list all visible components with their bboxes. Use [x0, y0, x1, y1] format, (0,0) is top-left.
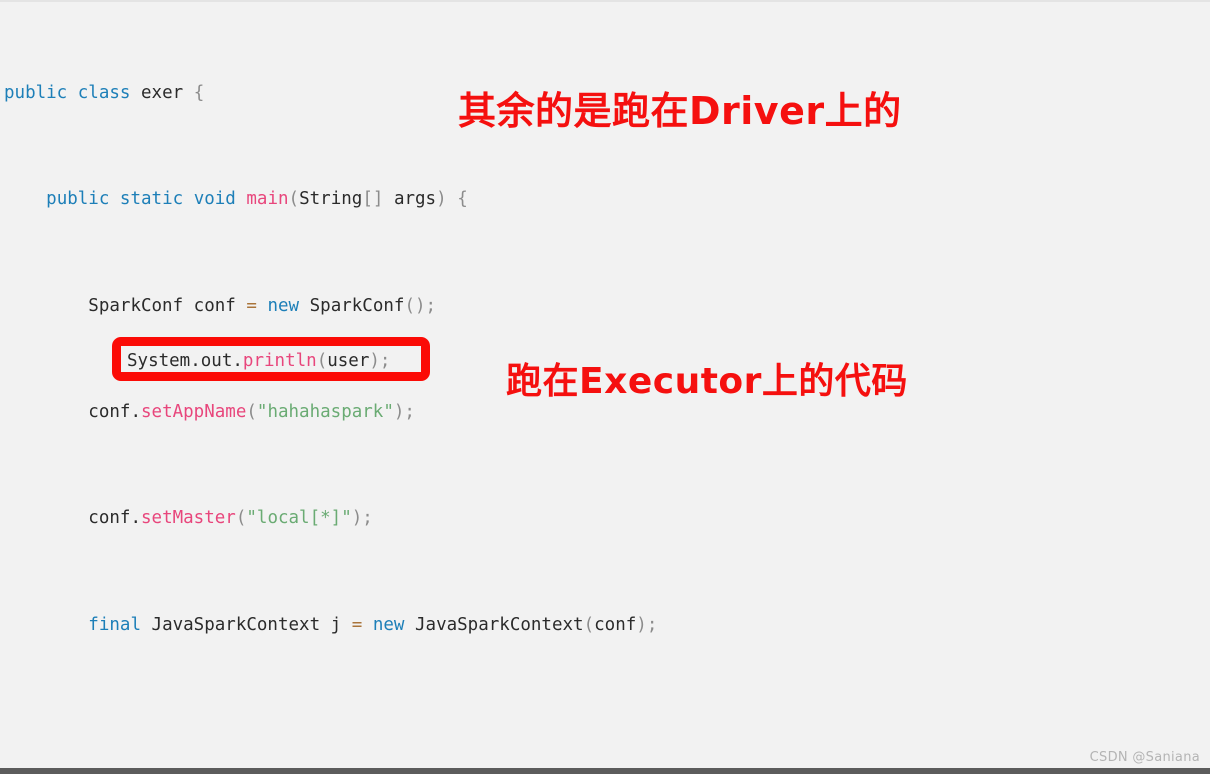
code-line-5: conf.setMaster("local[*]");: [88, 508, 373, 529]
code-line-3: SparkConf conf = new SparkConf();: [88, 295, 437, 316]
code-screenshot: public class exer { public static void m…: [0, 0, 1210, 774]
bottom-bar: [0, 768, 1210, 774]
annotation-executor-label: 跑在Executor上的代码: [506, 361, 908, 402]
annotation-driver-label: 其余的是跑在Driver上的: [458, 89, 902, 133]
csdn-watermark: CSDN @Saniana: [1089, 750, 1200, 765]
highlighted-code-line: System.out.println(user);: [127, 351, 391, 371]
code-line-2: public static void main(String[] args) {: [46, 189, 468, 210]
code-line-6: final JavaSparkContext j = new JavaSpark…: [88, 614, 658, 635]
